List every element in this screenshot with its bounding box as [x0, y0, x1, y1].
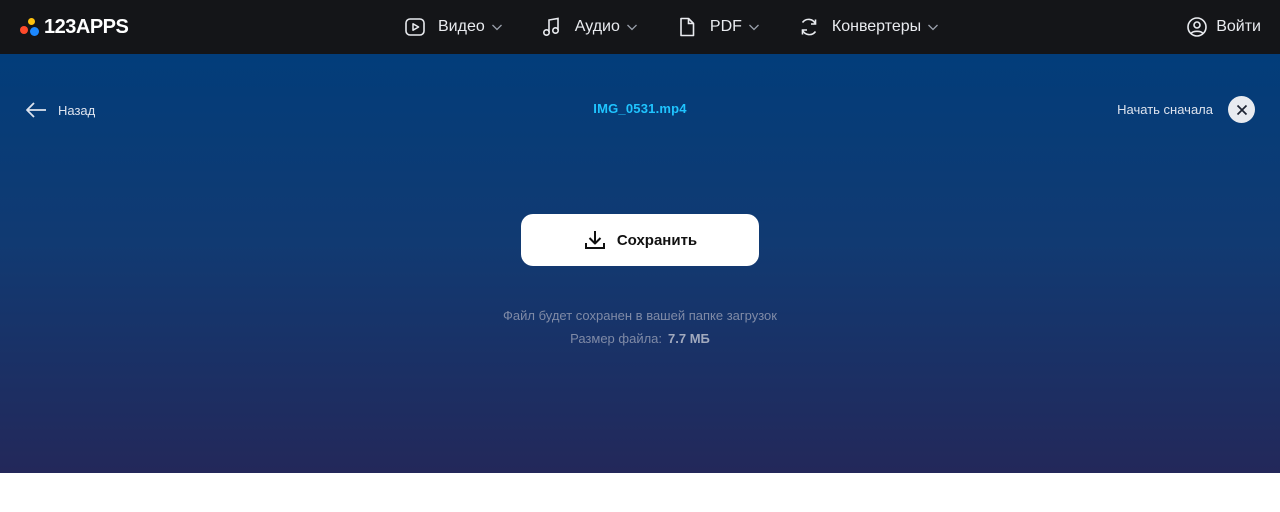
chevron-down-icon [491, 21, 503, 33]
save-button[interactable]: Сохранить [521, 214, 759, 266]
close-icon [1236, 104, 1247, 115]
nav-item-video[interactable]: Видео [404, 0, 503, 54]
result-panel: Назад IMG_0531.mp4 Начать сначала Сохран… [0, 54, 1280, 473]
convert-cycle-icon [798, 16, 820, 38]
nav-item-converters-label: Конвертеры [831, 18, 922, 35]
save-location-hint: Файл будет сохранен в вашей папке загруз… [503, 308, 777, 323]
nav-item-pdf-label: PDF [709, 18, 742, 35]
file-size-row: Размер файла: 7.7 МБ [0, 331, 1280, 346]
nav-item-video-label: Видео [438, 18, 485, 35]
user-circle-icon [1186, 16, 1208, 38]
login-button[interactable]: Войти [1186, 0, 1261, 54]
nav-item-converters[interactable]: Конвертеры [798, 0, 939, 54]
music-note-icon [541, 16, 563, 38]
nav-item-pdf[interactable]: PDF [676, 0, 760, 54]
nav-item-audio-label: Аудио [574, 18, 620, 35]
logo-text: 123APPS [44, 15, 129, 38]
top-navigation-bar: 123APPS Видео Аудио PDF Конвертеры Войти [0, 0, 1280, 54]
brand-logo[interactable]: 123APPS [19, 15, 129, 39]
document-icon [676, 16, 698, 38]
file-size-value: 7.7 МБ [668, 331, 710, 346]
file-size-label: Размер файла: [570, 331, 663, 346]
main-nav: Видео Аудио PDF Конвертеры [404, 0, 939, 54]
file-name: IMG_0531.mp4 [593, 101, 687, 116]
chevron-down-icon [927, 21, 939, 33]
start-over-link[interactable]: Начать сначала [1117, 102, 1213, 117]
login-label: Войти [1216, 18, 1261, 35]
video-play-icon [404, 16, 426, 38]
save-button-label: Сохранить [616, 231, 698, 249]
chevron-down-icon [748, 21, 760, 33]
nav-item-audio[interactable]: Аудио [541, 0, 638, 54]
logo-dots-icon [19, 16, 41, 38]
download-icon [583, 228, 607, 252]
close-button[interactable] [1228, 96, 1255, 123]
chevron-down-icon [626, 21, 638, 33]
